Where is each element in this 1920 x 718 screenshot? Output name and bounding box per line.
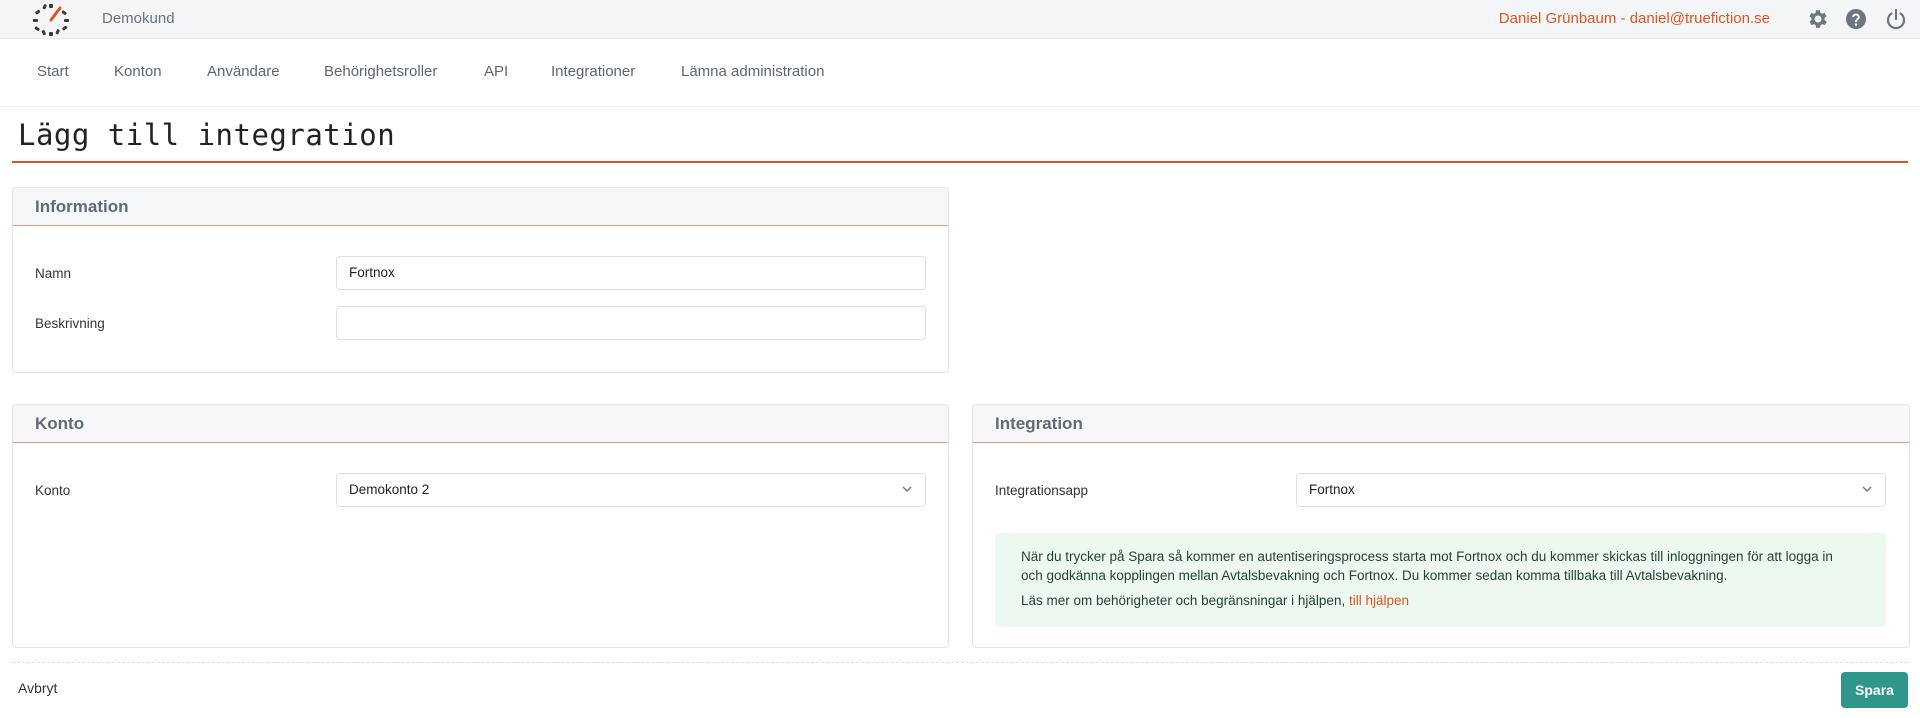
nav-item-start[interactable]: Start: [37, 63, 69, 80]
chevron-down-icon: [1862, 486, 1872, 492]
help-icon[interactable]: [1844, 7, 1868, 31]
info-text-line3: Läs mer om behörigheter och begränsninga…: [1021, 593, 1346, 608]
information-panel: Information Namn Fortnox Beskrivning: [12, 187, 949, 373]
company-name: Demokund: [102, 10, 175, 27]
name-input[interactable]: Fortnox: [336, 256, 926, 290]
help-link[interactable]: till hjälpen: [1349, 593, 1409, 608]
info-text-help: Läs mer om behörigheter och begränsninga…: [1021, 591, 1409, 610]
top-bar: Demokund Daniel Grünbaum - daniel@truefi…: [0, 0, 1920, 39]
footer-divider: [12, 662, 1908, 663]
save-button[interactable]: Spara: [1841, 672, 1908, 708]
account-label: Konto: [35, 483, 71, 498]
nav-item-behorighetsroller[interactable]: Behörighetsroller: [324, 63, 437, 80]
integration-app-select[interactable]: Fortnox: [1296, 473, 1886, 507]
account-select-value: Demokonto 2: [349, 482, 430, 497]
panel-header: Konto: [13, 405, 948, 443]
cancel-link[interactable]: Avbryt: [18, 680, 57, 696]
konto-title: Konto: [35, 414, 85, 433]
information-title: Information: [35, 197, 129, 216]
nav-item-lamna-administration[interactable]: Lämna administration: [681, 63, 824, 80]
integration-app-value: Fortnox: [1309, 482, 1355, 497]
integration-title: Integration: [995, 414, 1083, 433]
chevron-down-icon: [902, 486, 912, 492]
name-label: Namn: [35, 266, 72, 281]
integration-info-box: När du trycker på Spara så kommer en aut…: [995, 533, 1886, 627]
gear-icon[interactable]: [1806, 7, 1830, 31]
main-nav: Start Konton Användare Behörighetsroller…: [0, 39, 1920, 107]
nav-item-api[interactable]: API: [484, 63, 508, 80]
description-label: Beskrivning: [35, 316, 105, 331]
nav-item-anvandare[interactable]: Användare: [207, 63, 280, 80]
logo-icon[interactable]: [28, 2, 74, 36]
page-title: Lägg till integration: [18, 118, 396, 152]
nav-item-konton[interactable]: Konton: [114, 63, 162, 80]
info-text-line1: När du trycker på Spara så kommer en aut…: [1021, 549, 1833, 564]
info-text-line2: och godkänna kopplingen mellan Avtalsbev…: [1021, 568, 1728, 583]
user-account-link[interactable]: Daniel Grünbaum - daniel@truefiction.se: [1499, 10, 1770, 27]
description-input[interactable]: [336, 306, 926, 340]
integration-app-label: Integrationsapp: [995, 483, 1089, 498]
konto-panel: Konto Konto Demokonto 2: [12, 404, 949, 648]
panel-header: Integration: [973, 405, 1909, 443]
power-icon[interactable]: [1884, 7, 1908, 31]
nav-item-integrationer[interactable]: Integrationer: [551, 63, 635, 80]
account-select[interactable]: Demokonto 2: [336, 473, 926, 507]
title-divider: [12, 161, 1908, 163]
panel-header: Information: [13, 188, 948, 226]
integration-panel: Integration Integrationsapp Fortnox När …: [972, 404, 1910, 648]
